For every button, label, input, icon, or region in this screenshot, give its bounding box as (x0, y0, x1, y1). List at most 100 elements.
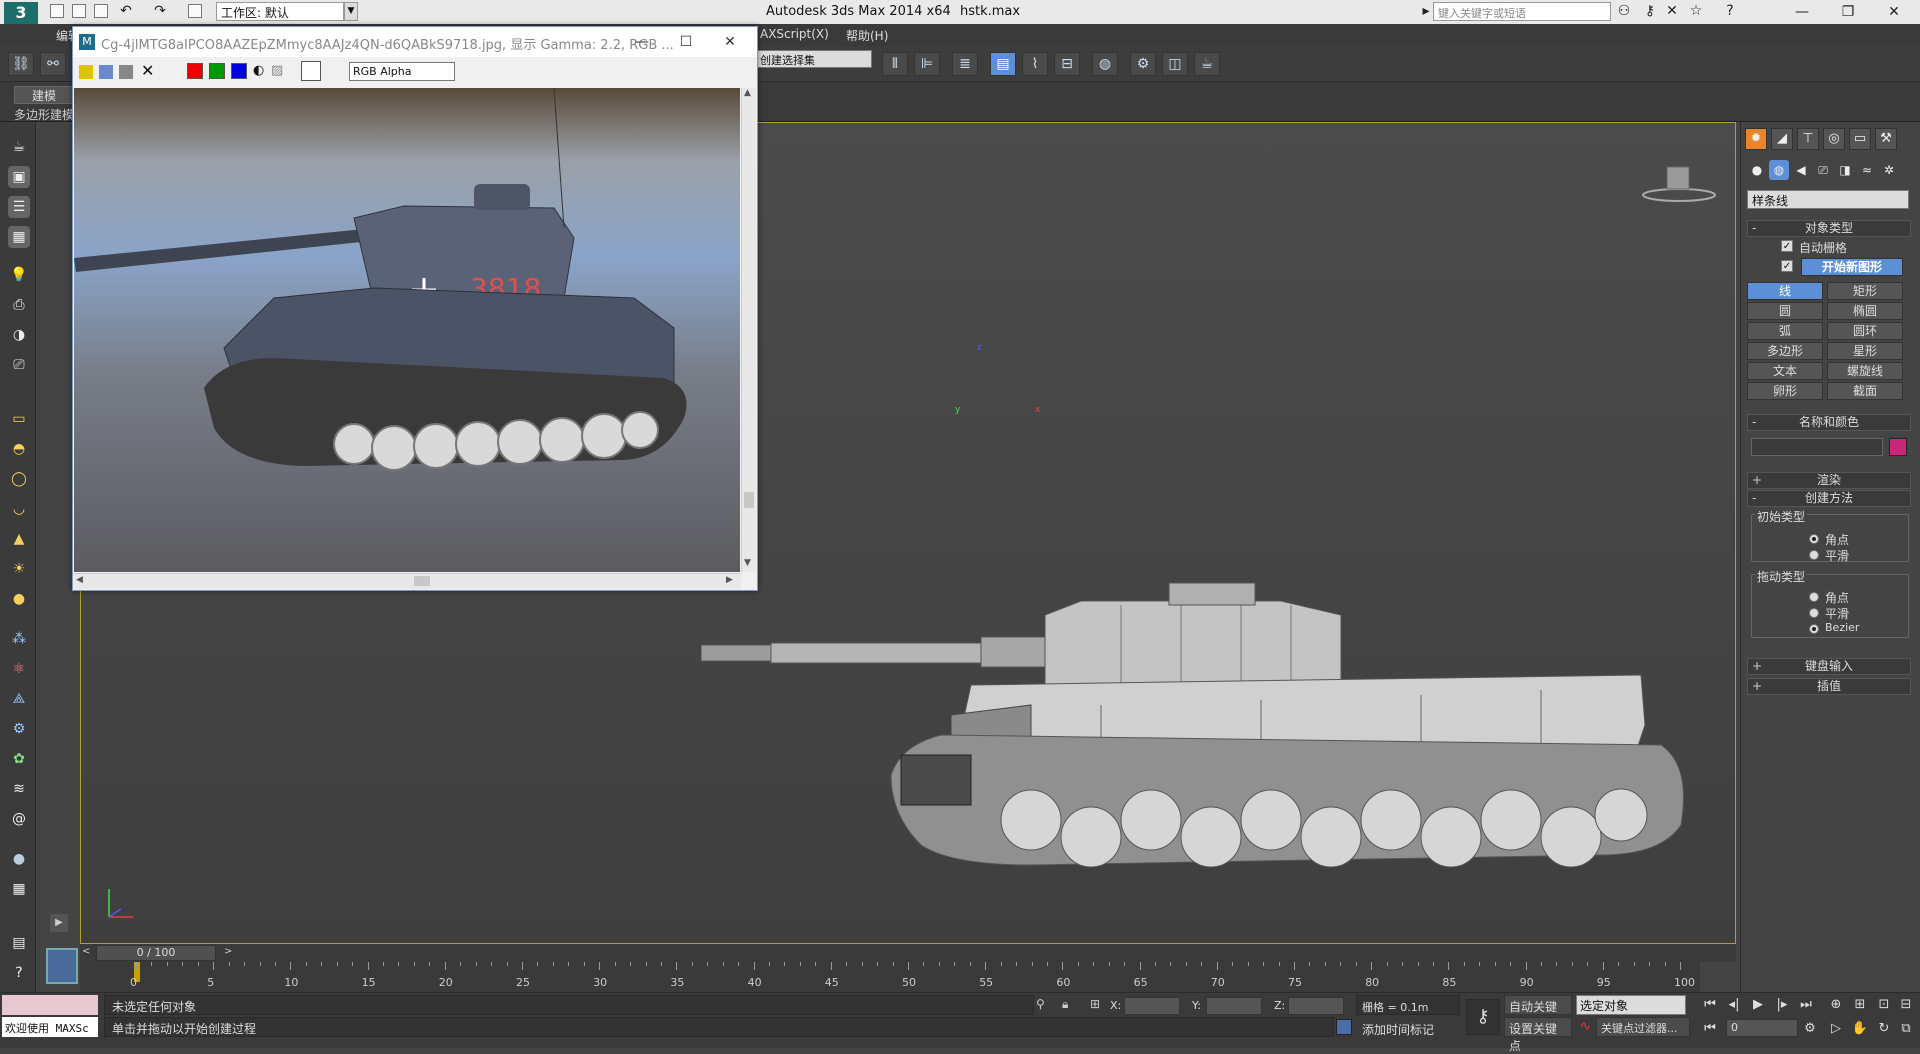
shape-button-donut[interactable]: 圆环 (1827, 322, 1903, 340)
shape-button-line[interactable]: 线 (1747, 282, 1823, 300)
time-prev-icon[interactable]: < (82, 946, 90, 957)
scroll-right-icon[interactable]: ▶ (726, 575, 733, 585)
modify-tab-icon[interactable]: ◢ (1771, 128, 1793, 150)
pan-icon[interactable]: ✋ (1850, 1019, 1870, 1039)
cameras-icon[interactable]: ⎚ (1813, 160, 1833, 180)
red-channel-icon[interactable] (187, 63, 203, 79)
vertical-scroll-thumb[interactable] (744, 492, 754, 508)
start-new-shape-button[interactable]: 开始新图形 (1801, 258, 1903, 276)
undo-icon[interactable]: ↶ (118, 3, 134, 19)
dome-icon[interactable]: ◓ (8, 438, 30, 460)
communication-icon[interactable]: ✕ (1664, 3, 1680, 19)
field-of-view-icon[interactable]: ▷ (1826, 1019, 1846, 1039)
track-bar[interactable]: 0 5 10 15 20 25 30 35 40 45 50 55 60 65 70 75 80 85 90 95 10… (80, 962, 1700, 992)
auto-key-button[interactable]: 自动关键点 (1504, 995, 1572, 1031)
image-viewer-window[interactable]: Cg-4jlMTG8aIPCO8AAZEpZMmyc8AAJz4QN-d6QAB… (72, 26, 758, 591)
image-viewer-maximize-button[interactable]: ☐ (671, 31, 701, 53)
rollout-object-type[interactable]: - 对象类型 (1747, 220, 1911, 237)
set-key-button[interactable]: 设置关键点 (1504, 1017, 1572, 1053)
ring-icon[interactable]: ◯ (8, 468, 30, 490)
background-color-swatch[interactable] (301, 61, 321, 81)
unlink-selection-icon[interactable]: ⚯ (40, 52, 66, 76)
time-tag-icon[interactable] (1336, 1019, 1352, 1035)
particles-icon[interactable]: ⁂ (8, 628, 30, 650)
lights-icon[interactable]: ◀ (1791, 160, 1811, 180)
menu-help[interactable]: 帮助(H) (846, 27, 888, 44)
render-icon[interactable]: ◑ (8, 324, 30, 346)
project-folder-icon[interactable] (188, 4, 202, 18)
save-image-icon[interactable] (79, 65, 93, 79)
menu-maxscript[interactable]: AXScript(X) (760, 27, 829, 41)
close-button[interactable]: ✕ (1874, 2, 1914, 22)
image-viewer-close-button[interactable]: ✕ (715, 31, 745, 53)
lock-selection-icon[interactable]: 🔒︎ (1062, 997, 1068, 1012)
z-coord-input[interactable] (1288, 997, 1344, 1015)
shape-button-circle[interactable]: 圆 (1747, 302, 1823, 320)
alpha-channel-icon[interactable]: ◐ (253, 63, 264, 78)
drag-bezier-radio[interactable] (1809, 624, 1819, 634)
previous-frame-icon[interactable]: ◂| (1724, 995, 1744, 1015)
x-coord-input[interactable] (1124, 997, 1180, 1015)
play-small-icon[interactable]: ▶ (50, 914, 68, 932)
time-slider[interactable]: 0 / 100 (96, 945, 216, 961)
light-bulb-icon[interactable]: 💡 (8, 264, 30, 286)
auto-grid-checkbox[interactable]: ✓ (1781, 240, 1793, 252)
shell-icon[interactable]: @ (8, 808, 30, 830)
scene-explorer-icon[interactable]: ▤ (990, 52, 1016, 76)
shape-button-star[interactable]: 星形 (1827, 342, 1903, 360)
subscription-key-icon[interactable]: ⚷ (1642, 3, 1658, 19)
mirror-icon[interactable]: ⫴ (882, 52, 908, 76)
mono-channel-icon[interactable]: ▨ (271, 63, 283, 78)
ribbon-tab-modeling[interactable]: 建模 (14, 86, 74, 104)
help-circle-icon[interactable]: ? (8, 962, 30, 984)
start-new-shape-checkbox[interactable]: ✓ (1781, 260, 1793, 272)
rollout-name-color[interactable]: - 名称和颜色 (1747, 414, 1911, 431)
molecule-icon[interactable]: ⚛ (8, 658, 30, 680)
film-icon[interactable]: ⎚ (8, 354, 30, 376)
maxscript-welcome[interactable]: 欢迎使用 MAXSc (2, 1017, 98, 1037)
hair-icon[interactable]: ≋ (8, 778, 30, 800)
horizontal-scroll-thumb[interactable] (414, 576, 430, 586)
rollout-interpolation[interactable]: + 插值 (1747, 678, 1911, 695)
schematic-view-icon[interactable]: ⊟ (1054, 52, 1080, 76)
clear-image-icon[interactable]: ✕ (141, 61, 154, 80)
rollout-rendering[interactable]: + 渲染 (1747, 472, 1911, 489)
motion-tab-icon[interactable]: ◎ (1823, 128, 1845, 150)
calculator-icon[interactable]: ▦ (8, 878, 30, 900)
shape-button-egg[interactable]: 卵形 (1747, 382, 1823, 400)
play-icon[interactable]: ▶ (1748, 995, 1768, 1015)
binoculars-icon[interactable]: ⚇ (1616, 3, 1632, 19)
favorites-star-icon[interactable]: ☆ (1688, 3, 1704, 19)
mini-viewport-icon[interactable] (46, 948, 78, 984)
layer-manager-icon[interactable]: ≣ (952, 52, 978, 76)
absolute-mode-icon[interactable]: ⊞ (1090, 997, 1100, 1011)
named-selection-set-dropdown[interactable]: 创建选择集 (756, 50, 872, 68)
tank-3d-model[interactable] (701, 575, 1741, 885)
new-file-icon[interactable] (50, 4, 64, 18)
rollout-creation-method[interactable]: - 创建方法 (1747, 490, 1911, 507)
shape-button-text[interactable]: 文本 (1747, 362, 1823, 380)
next-frame-icon[interactable]: |▸ (1772, 995, 1792, 1015)
shapes-icon[interactable]: ◍ (1769, 160, 1789, 180)
restore-button[interactable]: ❐ (1828, 2, 1868, 22)
cone-icon[interactable]: ▲ (8, 528, 30, 550)
bowl-icon[interactable]: ◡ (8, 498, 30, 520)
plant-icon[interactable]: ✿ (8, 748, 30, 770)
create-tab-icon[interactable]: ✹ (1745, 128, 1767, 150)
orbit-icon[interactable]: ↻ (1874, 1019, 1894, 1039)
scroll-down-icon[interactable]: ▼ (744, 558, 751, 568)
shape-button-helix[interactable]: 螺旋线 (1827, 362, 1903, 380)
shape-button-arc[interactable]: 弧 (1747, 322, 1823, 340)
time-next-icon[interactable]: > (224, 946, 232, 957)
isolate-icon[interactable]: ⚲ (1036, 997, 1045, 1011)
scroll-left-icon[interactable]: ◀ (76, 575, 83, 585)
shape-button-section[interactable]: 截面 (1827, 382, 1903, 400)
set-key-large-icon[interactable]: ⚷ (1466, 999, 1500, 1035)
space-warps-icon[interactable]: ≈ (1857, 160, 1877, 180)
zoom-region-icon[interactable]: ⊡ (1874, 995, 1894, 1015)
teapot-icon[interactable]: ☕ (8, 136, 30, 158)
search-input[interactable]: 键入关键字或短语 (1433, 2, 1611, 21)
object-name-input[interactable] (1751, 438, 1883, 456)
add-time-tag-text[interactable]: 添加时间标记 (1362, 1021, 1434, 1038)
maximize-viewport-icon[interactable]: ⊟ (1896, 995, 1916, 1015)
